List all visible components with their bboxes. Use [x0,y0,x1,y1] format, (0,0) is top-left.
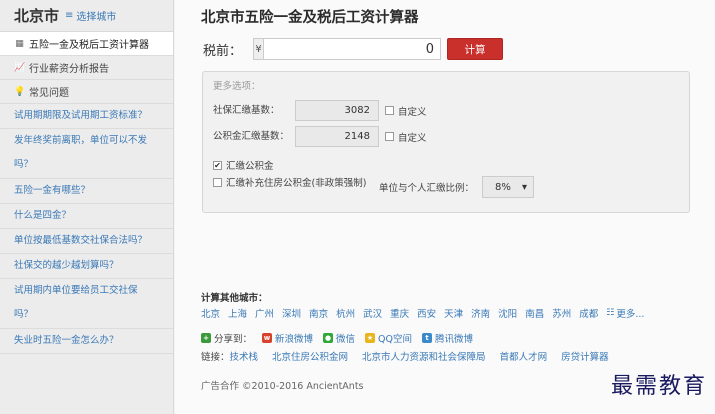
calculator-icon: ▦ [15,38,24,49]
city-link[interactable]: 苏州 [552,306,571,320]
page-title: 北京市五险一金及税后工资计算器 [201,10,419,26]
list-icon: ≡ [65,10,74,21]
ratio-select[interactable]: 8% ▾ [482,176,535,198]
fund-base-row: 公积金汇缴基数： 2148 自定义 [213,126,427,147]
pay-fund-label: 汇缴公积金 [226,161,274,172]
weibo-icon: w [262,333,273,343]
other-cities-title: 计算其他城市： [201,293,268,304]
bulb-icon: 💡 [14,86,26,97]
salary-label: 税前： [203,43,243,59]
options-title: 更多选项： [213,81,261,92]
city-link[interactable]: 广州 [255,306,274,320]
salary-field: ¥ [253,38,441,60]
sidebar: 北京市 ≡ 选择城市 ▦ 五险一金及税后工资计算器 📈 行业薪资分析报告 💡 常… [0,0,174,414]
city-link[interactable]: 天津 [444,306,463,320]
grid-icon: ☷ [606,308,615,318]
salary-row: 税前： ¥ 计算 [203,38,503,60]
city-link[interactable]: 沈阳 [498,306,517,320]
pay-fund-row[interactable]: ✔ 汇缴公积金 [213,158,274,172]
plus-icon: + [201,333,211,343]
supp-fund-row[interactable]: 汇缴补充住房公积金(非政策强制) [213,176,373,191]
city-link[interactable]: 南昌 [525,306,544,320]
current-city: 北京市 [14,7,60,25]
link-item[interactable]: 北京住房公积金网 [272,349,348,363]
share-label: 分享到： [214,334,253,345]
switch-city-label: 选择城市 [76,12,117,23]
tencent-weibo-icon: t [422,333,433,343]
city-link[interactable]: 重庆 [390,306,409,320]
chevron-down-icon: ▾ [521,181,528,193]
social-base-input[interactable]: 3082 [295,100,379,121]
links-row: 链接： 技术栈 北京住房公积金网 北京市人力资源和社会保障局 首都人才网 房贷计… [201,349,609,363]
share-qzone[interactable]: ★ QQ空间 [365,331,412,345]
faq-link[interactable]: 社保交的越少越划算吗？ [0,254,173,279]
copyright: 广告合作 ©2010-2016 AncientAnts [201,381,364,392]
city-link[interactable]: 济南 [471,306,490,320]
social-custom-checkbox[interactable]: 自定义 [385,104,427,118]
links-label: 链接： [201,352,230,363]
wechat-icon: ● [323,333,334,343]
city-link[interactable]: 上海 [228,306,247,320]
faq-link[interactable]: 失业时五险一金怎么办？ [0,329,173,354]
calculate-button[interactable]: 计算 [447,38,503,60]
city-link[interactable]: 北京 [201,306,220,320]
checkbox-checked-icon: ✔ [213,160,222,170]
city-header: 北京市 ≡ 选择城市 [0,0,173,32]
links-label-group: 链接： 技术栈 [201,349,258,363]
faq-link[interactable]: 五险一金有哪些？ [0,179,173,204]
city-link[interactable]: 南京 [309,306,328,320]
city-links: 北京 上海 广州 深圳 南京 杭州 武汉 重庆 西安 天津 济南 沈阳 南昌 苏… [201,306,644,320]
supp-fund-label: 汇缴补充住房公积金(非政策强制) [226,178,367,189]
link-item[interactable]: 房贷计算器 [561,349,609,363]
more-cities-link[interactable]: ☷ 更多... [606,306,644,320]
city-link[interactable]: 成都 [579,306,598,320]
city-link[interactable]: 武汉 [363,306,382,320]
share-weibo[interactable]: w 新浪微博 [262,331,313,345]
city-link[interactable]: 深圳 [282,306,301,320]
checkbox-icon [385,106,394,115]
faq-link[interactable]: 什么是四金？ [0,204,173,229]
faq-link[interactable]: 单位按最低基数交社保合法吗？ [0,229,173,254]
menu-item-label: 五险一金及税后工资计算器 [29,40,149,51]
faq-link[interactable]: 发年终奖前离职，单位可以不发吗？ [0,129,173,179]
currency-symbol: ¥ [254,39,264,59]
more-options-panel: 更多选项： 社保汇缴基数： 3082 自定义 公积金汇缴基数： 2148 自定义… [202,71,690,213]
share-wechat[interactable]: ● 微信 [323,331,355,345]
qzone-icon: ★ [365,333,376,343]
link-item[interactable]: 技术栈 [230,349,259,363]
ratio-label: 单位与个人汇缴比例： [379,183,475,194]
social-base-row: 社保汇缴基数： 3082 自定义 [213,100,427,121]
link-item[interactable]: 首都人才网 [500,349,548,363]
fund-base-input[interactable]: 2148 [295,126,379,147]
main-content: 北京市五险一金及税后工资计算器 税前： ¥ 计算 更多选项： 社保汇缴基数： 3… [175,0,715,414]
faq-link[interactable]: 试用期内单位要给员工交社保吗？ [0,279,173,329]
menu-item-label: 常见问题 [29,88,69,99]
salary-input[interactable] [264,39,440,59]
fund-base-label: 公积金汇缴基数： [213,131,290,142]
city-link[interactable]: 西安 [417,306,436,320]
watermark-logo: 最需教育 [610,374,707,399]
switch-city-link[interactable]: ≡ 选择城市 [65,8,116,23]
link-item[interactable]: 北京市人力资源和社会保障局 [362,349,486,363]
social-base-label: 社保汇缴基数： [213,105,280,116]
menu-item-label: 行业薪资分析报告 [29,64,109,75]
ratio-row: 单位与个人汇缴比例： 8% ▾ [379,176,535,198]
city-link[interactable]: 杭州 [336,306,355,320]
checkbox-icon [385,132,394,141]
faq-link[interactable]: 试用期期限及试用期工资标准？ [0,104,173,129]
share-row: + 分享到： w 新浪微博 ● 微信 ★ QQ空间 t 腾讯微博 [201,331,473,345]
menu-item-faq[interactable]: 💡 常见问题 [0,80,173,104]
menu-item-calculator[interactable]: ▦ 五险一金及税后工资计算器 [0,32,173,56]
fund-custom-checkbox[interactable]: 自定义 [385,130,427,144]
menu-item-salary-report[interactable]: 📈 行业薪资分析报告 [0,56,173,80]
chart-icon: 📈 [14,62,26,73]
share-tencent-weibo[interactable]: t 腾讯微博 [422,331,473,345]
share-label-wrap: + 分享到： [201,331,252,345]
checkbox-icon [213,178,222,187]
